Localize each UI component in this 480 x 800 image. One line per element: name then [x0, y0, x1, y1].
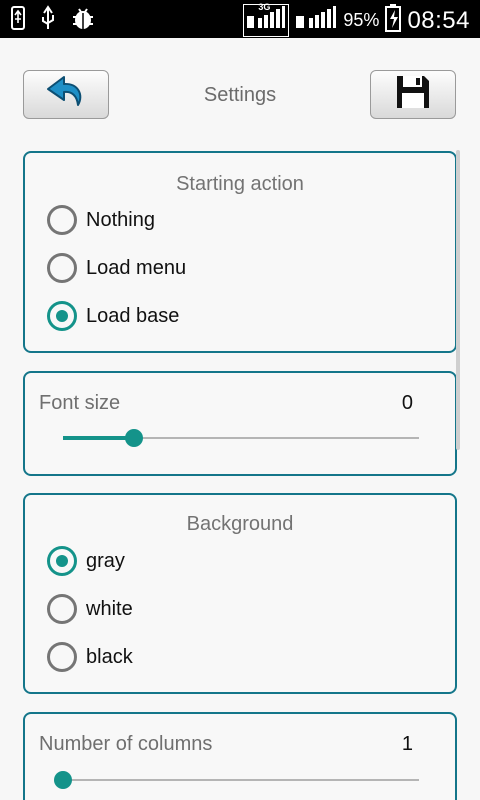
- slider-thumb[interactable]: [125, 429, 144, 447]
- save-button[interactable]: [370, 70, 456, 119]
- usb-icon: [10, 5, 26, 36]
- page-title: Settings: [203, 84, 277, 106]
- radio-button-selected[interactable]: [47, 546, 77, 576]
- columns-slider[interactable]: [54, 771, 419, 789]
- floppy-disk-icon: [395, 74, 431, 115]
- battery-percent: 95%: [343, 10, 380, 30]
- radio-option-load-menu[interactable]: Load menu: [47, 251, 186, 285]
- radio-button[interactable]: [47, 642, 77, 672]
- starting-action-card: Starting action Nothing Load menu Load b…: [23, 151, 457, 353]
- font-size-card: Font size 0: [23, 371, 457, 476]
- scrollbar[interactable]: [456, 150, 460, 450]
- radio-label: white: [86, 597, 133, 620]
- radio-option-gray[interactable]: gray: [47, 544, 125, 578]
- signal-icon: 3G: [243, 2, 290, 37]
- radio-option-nothing[interactable]: Nothing: [47, 203, 155, 237]
- radio-button[interactable]: [47, 205, 77, 235]
- columns-card: Number of columns 1: [23, 712, 457, 800]
- status-bar: 3G 95% 08:54: [0, 0, 480, 38]
- back-button[interactable]: [23, 70, 109, 119]
- background-title: Background: [186, 513, 294, 535]
- usb-icon: [40, 5, 56, 36]
- signal-icon: [295, 6, 337, 35]
- radio-option-black[interactable]: black: [47, 640, 133, 674]
- radio-label: black: [86, 645, 133, 668]
- radio-button[interactable]: [47, 594, 77, 624]
- radio-option-load-base[interactable]: Load base: [47, 299, 179, 333]
- columns-value: 1: [401, 733, 413, 755]
- radio-option-white[interactable]: white: [47, 592, 133, 626]
- columns-label: Number of columns: [39, 733, 213, 755]
- radio-label: Load menu: [86, 256, 187, 279]
- font-size-slider[interactable]: [63, 429, 419, 447]
- slider-thumb[interactable]: [54, 771, 72, 789]
- radio-label: gray: [86, 549, 125, 572]
- slider-fill: [63, 436, 135, 440]
- radio-label: Load base: [86, 304, 180, 327]
- clock: 08:54: [407, 6, 470, 34]
- battery-charging-icon: [385, 4, 402, 37]
- font-size-label: Font size: [39, 392, 121, 414]
- android-debug-icon: [70, 5, 96, 36]
- radio-button[interactable]: [47, 253, 77, 283]
- font-size-value: 0: [401, 392, 413, 414]
- radio-label: Nothing: [86, 208, 155, 231]
- starting-action-title: Starting action: [176, 173, 304, 195]
- background-card: Background gray white black: [23, 493, 457, 694]
- radio-button-selected[interactable]: [47, 301, 77, 331]
- undo-arrow-icon: [44, 75, 88, 114]
